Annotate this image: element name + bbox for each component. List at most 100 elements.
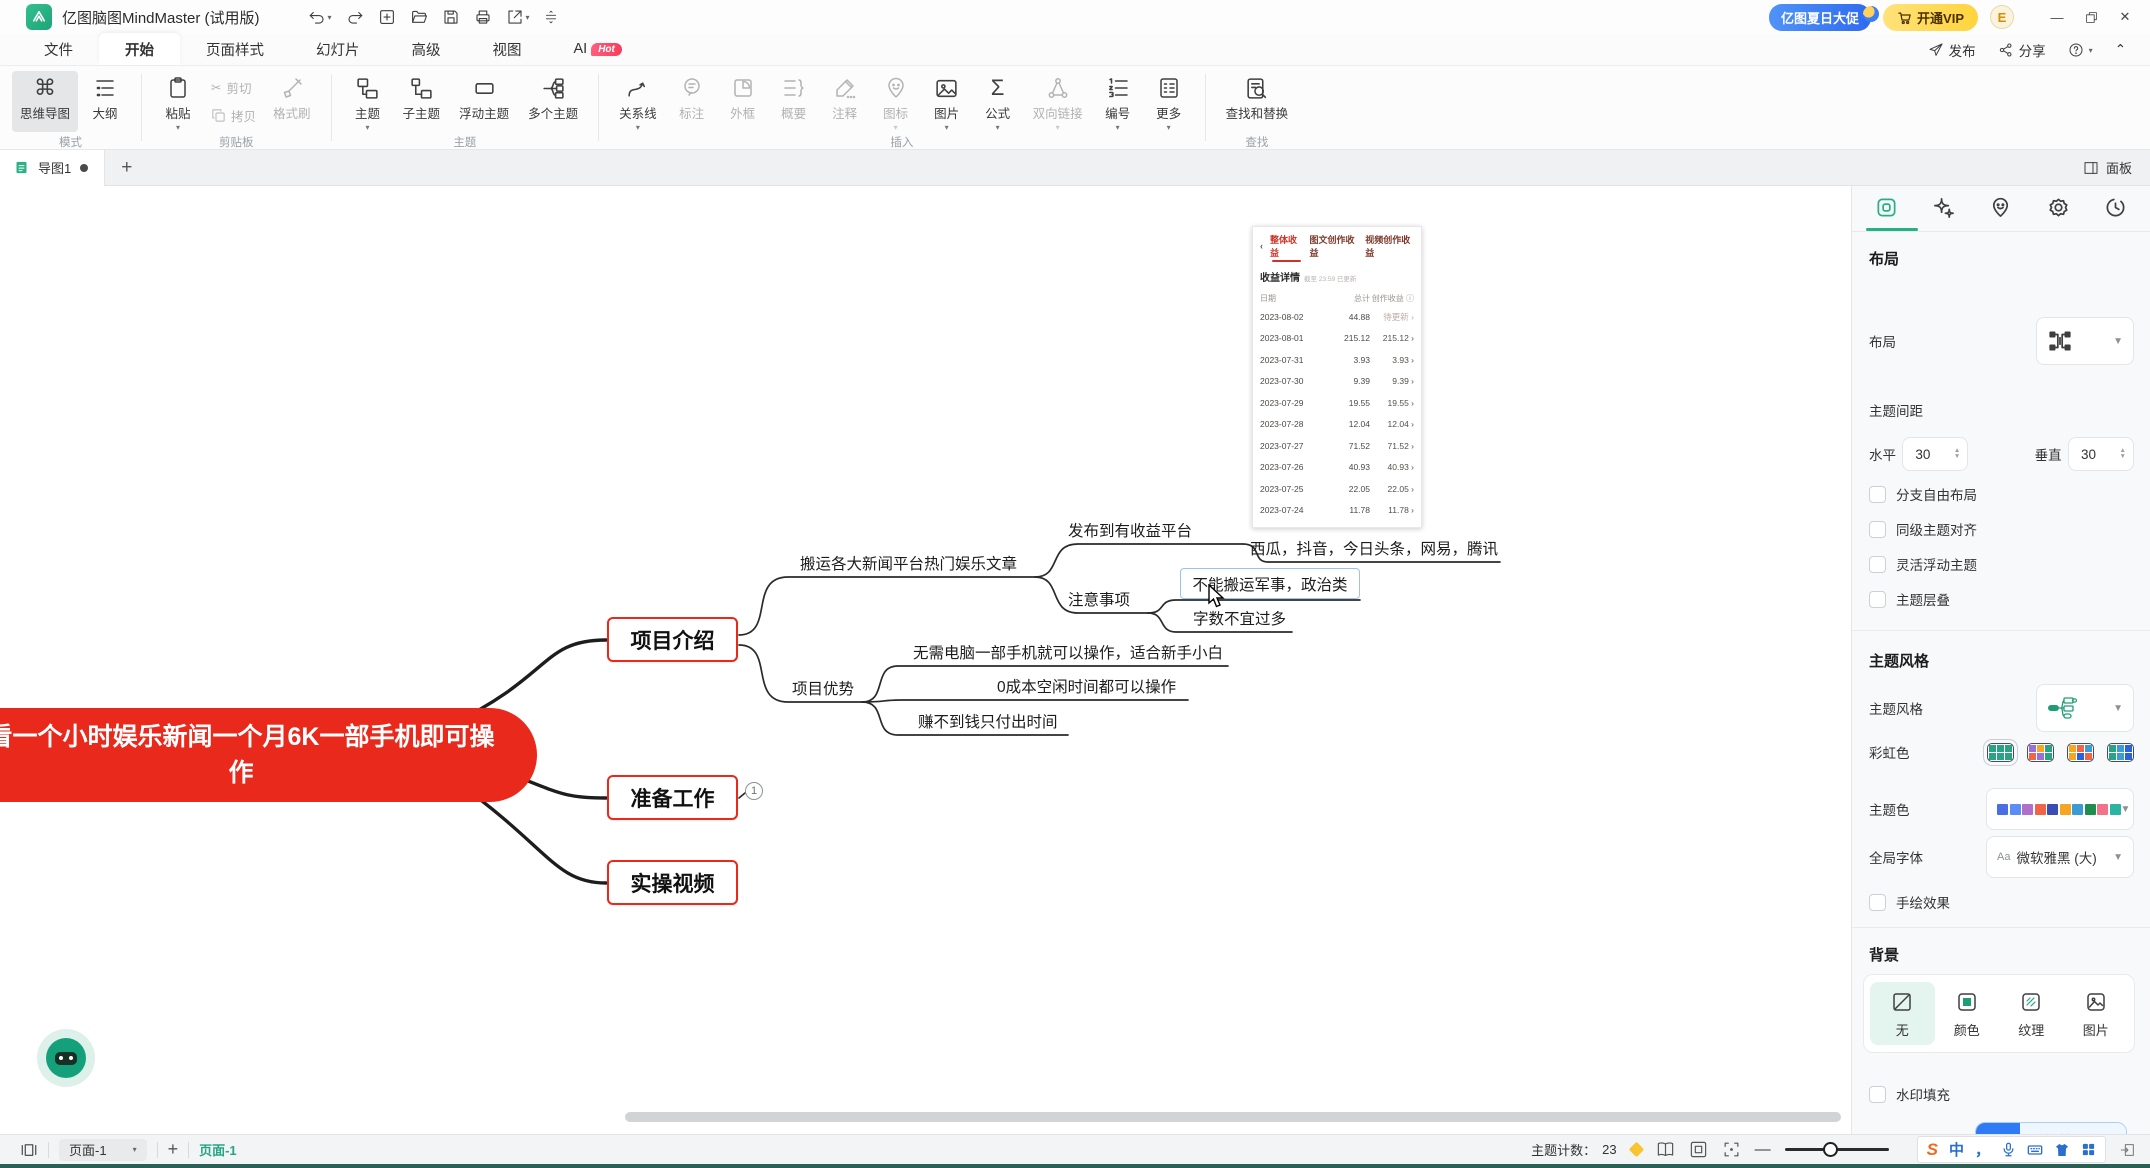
theme-color-dropdown[interactable]: ▼ — [1986, 788, 2134, 830]
publish-button[interactable]: 发布 — [1928, 40, 1976, 60]
open-file-button[interactable] — [410, 8, 428, 26]
multiple-topics-button[interactable]: 多个主题 — [520, 71, 586, 132]
formula-button[interactable]: Σ 公式▾ — [974, 71, 1022, 132]
page-selector[interactable]: 页面-1▾ — [59, 1139, 147, 1161]
rainbow-option[interactable] — [2107, 743, 2134, 762]
horizontal-scrollbar[interactable] — [625, 1112, 1841, 1122]
customize-toolbar-button[interactable] — [544, 10, 558, 24]
redo-button[interactable] — [346, 8, 364, 26]
floating-topic-button[interactable]: 浮动主题 — [451, 71, 517, 132]
bidirectional-link-button[interactable]: 双向链接▾ — [1025, 71, 1091, 132]
skin-icon[interactable] — [2054, 1142, 2070, 1158]
ime-punctuation-toggle[interactable]: ， — [1975, 1139, 1990, 1160]
global-font-dropdown[interactable]: Aa微软雅黑 (大) ▼ — [1986, 836, 2134, 878]
tab-home[interactable]: 开始 — [99, 33, 180, 65]
zoom-out-button[interactable]: — — [1755, 1141, 1771, 1159]
add-page-button[interactable]: + — [168, 1139, 179, 1160]
boundary-button[interactable]: 外框 — [719, 71, 767, 132]
branch-video[interactable]: 实操视频 — [607, 860, 738, 905]
page-overview-icon[interactable] — [20, 1141, 38, 1159]
topic-fabu[interactable]: 发布到有收益平台 — [1068, 519, 1192, 541]
add-document-button[interactable]: + — [121, 157, 132, 179]
paste-button[interactable]: 粘贴▾ — [154, 71, 202, 132]
callout-button[interactable]: 标注 — [668, 71, 716, 132]
ime-chinese-toggle[interactable]: 中 — [1949, 1139, 1964, 1160]
save-button[interactable] — [442, 8, 460, 26]
tray-collapse-icon[interactable] — [2120, 1142, 2136, 1158]
bg-texture-tile[interactable]: 纹理 — [1999, 982, 2064, 1045]
tab-ai[interactable]: AIHot — [548, 33, 648, 65]
export-caret[interactable]: ▾ — [526, 13, 530, 22]
topic-youshi[interactable]: 项目优势 — [792, 677, 854, 699]
income-screenshot[interactable]: ‹ 整体收益 图文创作收益 视频创作收益 收益详情截至 23:59 已更新 日期… — [1252, 226, 1422, 528]
collapse-ribbon-button[interactable]: ⌃ — [2115, 42, 2126, 58]
rainbow-option[interactable] — [2027, 743, 2054, 762]
branch-prepare[interactable]: 准备工作 — [607, 775, 738, 820]
collapse-count-badge[interactable]: 1 — [745, 782, 763, 800]
topic-zishu[interactable]: 字数不宜过多 — [1193, 607, 1286, 629]
tab-history-panel[interactable] — [2104, 196, 2127, 222]
tab-slides[interactable]: 幻灯片 — [290, 33, 386, 65]
topic-zhuyi[interactable]: 注意事项 — [1068, 588, 1130, 610]
icon-marker-button[interactable]: 图标▾ — [872, 71, 920, 132]
undo-caret[interactable]: ▾ — [328, 13, 332, 22]
tab-sticker-panel[interactable] — [1989, 196, 2012, 222]
tab-badge-panel[interactable] — [2047, 196, 2070, 222]
horizontal-spacing-stepper[interactable]: 30▲▼ — [1902, 437, 1968, 471]
restore-button[interactable] — [2076, 4, 2106, 30]
summary-button[interactable]: 概要 — [770, 71, 818, 132]
cut-button[interactable]: ✂剪切 — [205, 75, 262, 100]
topic-chengben[interactable]: 0成本空闲时间都可以操作 — [997, 675, 1176, 697]
picture-button[interactable]: 图片▾ — [923, 71, 971, 132]
export-button[interactable]: ▾ — [506, 8, 530, 26]
topic-button[interactable]: 主题▾ — [344, 71, 392, 132]
comment-button[interactable]: 注释 — [821, 71, 869, 132]
help-button[interactable]: ▾ — [2068, 42, 2093, 58]
toolbox-grid-icon[interactable] — [2081, 1142, 2096, 1157]
checkbox-hand-drawn[interactable]: 手绘效果 — [1869, 892, 1950, 912]
checkbox-sibling-align[interactable]: 同级主题对齐 — [1869, 519, 1977, 539]
reading-mode-icon[interactable] — [1656, 1140, 1675, 1159]
topic-wuxu[interactable]: 无需电脑一部手机就可以操作，适合新手小白 — [913, 641, 1223, 663]
zoom-slider-knob[interactable] — [1823, 1142, 1838, 1157]
copy-button[interactable]: 拷贝 — [205, 103, 262, 128]
vertical-spacing-stepper[interactable]: 30▲▼ — [2068, 437, 2134, 471]
checkbox-watermark[interactable]: 水印填充 — [1869, 1084, 1950, 1104]
microphone-icon[interactable] — [2001, 1142, 2016, 1157]
vip-button[interactable]: 开通VIP — [1883, 4, 1978, 31]
rainbow-option[interactable] — [2067, 743, 2094, 762]
bg-image-tile[interactable]: 图片 — [2064, 982, 2129, 1045]
checkbox-flexible-floating[interactable]: 灵活浮动主题 — [1869, 554, 1977, 574]
numbering-button[interactable]: 编号▾ — [1094, 71, 1142, 132]
topic-pingtai[interactable]: 西瓜，抖音，今日头条，网易，腾讯 — [1250, 537, 1498, 559]
share-button[interactable]: 分享 — [1998, 40, 2046, 60]
panel-toggle[interactable]: 面板 — [2083, 158, 2132, 177]
bg-color-tile[interactable]: 颜色 — [1935, 982, 2000, 1045]
keyboard-icon[interactable] — [2027, 1142, 2043, 1158]
avatar[interactable]: E — [1990, 5, 2014, 29]
more-insert-button[interactable]: 更多▾ — [1145, 71, 1193, 132]
tab-style-panel[interactable] — [1875, 196, 1898, 222]
topic-zhuan[interactable]: 赚不到钱只付出时间 — [918, 710, 1058, 732]
relationship-line-button[interactable]: 关系线▾ — [611, 71, 665, 132]
find-replace-button[interactable]: 查找和替换 — [1218, 71, 1297, 132]
sogou-icon[interactable]: S — [1927, 1140, 1938, 1160]
fullscreen-icon[interactable] — [1722, 1140, 1741, 1159]
ai-assistant-button[interactable] — [37, 1029, 95, 1087]
minimize-button[interactable]: — — [2042, 4, 2072, 30]
zoom-slider[interactable] — [1785, 1148, 1889, 1151]
fit-page-icon[interactable] — [1689, 1140, 1708, 1159]
page-tab[interactable]: 页面-1 — [199, 1140, 237, 1159]
close-button[interactable]: ✕ — [2110, 4, 2140, 30]
tab-file[interactable]: 文件 — [18, 33, 99, 65]
central-topic[interactable]: 看一个小时娱乐新闻一个月6K一部手机即可操作 — [0, 708, 537, 802]
document-tab[interactable]: 导图1 — [0, 150, 105, 186]
format-painter-button[interactable]: 格式刷 — [265, 71, 319, 132]
tab-page-style[interactable]: 页面样式 — [180, 33, 290, 65]
undo-button[interactable]: ▾ — [308, 8, 332, 26]
checkbox-topic-overlap[interactable]: 主题层叠 — [1869, 589, 1950, 609]
outline-mode-button[interactable]: 大纲 — [81, 71, 129, 132]
rainbow-option[interactable] — [1987, 743, 2014, 762]
mindmap-mode-button[interactable]: ⌘ 思维导图 — [12, 71, 78, 132]
mindmap-canvas[interactable]: ‹ 整体收益 图文创作收益 视频创作收益 收益详情截至 23:59 已更新 日期… — [0, 186, 1851, 1134]
